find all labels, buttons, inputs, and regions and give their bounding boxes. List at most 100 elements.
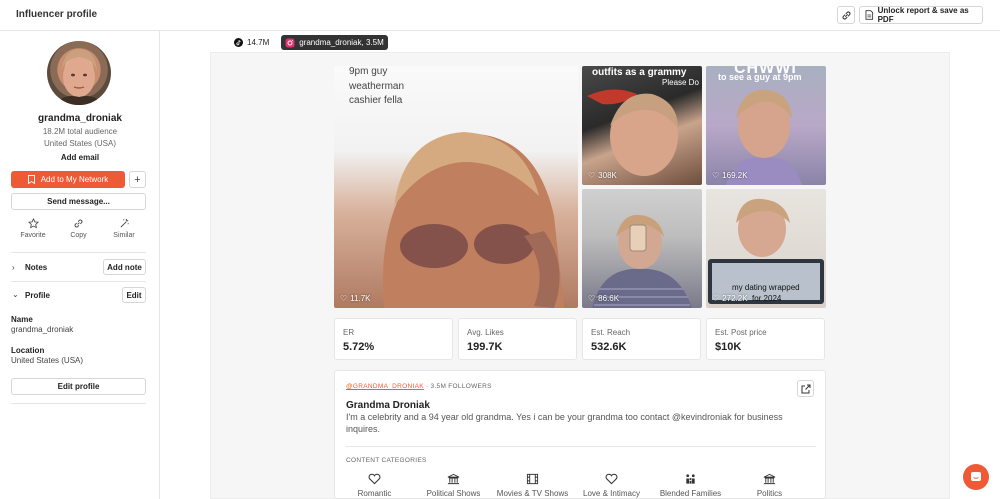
copy-label: Copy <box>70 232 87 239</box>
post-caption-line: 9pm guy <box>349 66 388 77</box>
category-romantic[interactable]: Romantic <box>335 473 414 498</box>
add-to-network-label: Add to My Network <box>40 175 109 184</box>
heart-icon <box>368 473 381 485</box>
category-label: Romantic <box>357 489 392 498</box>
heart-icon: ♡ <box>588 294 596 303</box>
likes-count: 272.2K <box>722 294 748 303</box>
heart-icon: ♡ <box>712 171 720 180</box>
edit-button[interactable]: Edit <box>122 287 146 303</box>
category-label: Movies & TV Shows <box>496 489 569 498</box>
chat-button[interactable] <box>963 464 989 490</box>
stat-label: Avg. Likes <box>467 328 504 337</box>
profile-section-label[interactable]: Profile <box>25 291 50 300</box>
divider <box>11 281 146 282</box>
post-likes: ♡ 86.6K <box>588 294 619 303</box>
favorite-button[interactable]: Favorite <box>16 218 50 239</box>
post-thumbnail[interactable]: ♡ 86.6K <box>582 189 702 308</box>
profile-sidebar: grandma_droniak 18.2M total audience Uni… <box>0 31 160 499</box>
post-likes: ♡ 308K <box>588 171 617 180</box>
add-button[interactable]: + <box>129 171 146 188</box>
account-handle-line: @GRANDMA_DRONIAK · 3.5M FOLLOWERS <box>346 383 492 390</box>
edit-profile-button[interactable]: Edit profile <box>11 378 146 395</box>
instagram-label: grandma_droniak, 3.5M <box>299 38 384 47</box>
category-love-intimacy[interactable]: Love & Intimacy <box>572 473 651 498</box>
stat-label: Est. Reach <box>591 328 631 337</box>
chevron-right-icon[interactable]: › <box>12 263 15 272</box>
post-thumbnail[interactable]: my dating wrapped for 2024 ♡ 272.2K <box>706 189 826 308</box>
account-bio: I'm a celebrity and a 94 year old grandm… <box>346 412 783 434</box>
star-icon <box>27 218 39 229</box>
tab-tiktok[interactable]: 14.7M <box>230 35 273 50</box>
name-label: Name <box>11 315 33 324</box>
post-caption-line: to see a guy at 9pm <box>718 72 802 82</box>
category-label: Politics <box>756 489 783 498</box>
link-icon <box>842 11 850 19</box>
send-message-button[interactable]: Send message... <box>11 193 146 210</box>
account-handle-link[interactable]: @GRANDMA_DRONIAK <box>346 383 424 390</box>
divider <box>346 446 816 447</box>
bank-icon <box>447 473 460 485</box>
category-political-shows[interactable]: Political Shows <box>414 473 493 498</box>
post-thumbnail[interactable]: outfits as a grammy Please Do ♡ 308K <box>582 66 702 185</box>
tab-instagram[interactable]: grandma_droniak, 3.5M <box>281 35 388 50</box>
post-image <box>592 214 692 308</box>
total-audience: 18.2M total audience <box>42 127 118 136</box>
stat-value: 532.6K <box>591 341 627 353</box>
category-movies-tv[interactable]: Movies & TV Shows <box>493 473 572 498</box>
avatar-image <box>55 49 103 105</box>
film-icon <box>526 473 539 485</box>
notes-label[interactable]: Notes <box>25 263 47 272</box>
profile-country: United States (USA) <box>43 139 117 148</box>
heart-icon: ♡ <box>588 171 596 180</box>
link-button[interactable] <box>837 6 855 24</box>
magic-wand-icon <box>120 218 129 228</box>
divider <box>11 403 146 404</box>
bookmark-icon <box>27 175 35 184</box>
profile-username: grandma_droniak <box>38 113 122 124</box>
post-caption-line: my dating wrapped <box>732 283 800 292</box>
heart-icon <box>605 473 618 485</box>
post-caption-line: Please Do <box>662 78 699 87</box>
favorite-label: Favorite <box>20 232 46 239</box>
instagram-icon <box>285 38 295 47</box>
post-caption-line: outfits as a grammy <box>592 67 687 78</box>
stat-value: $10K <box>715 341 742 353</box>
divider <box>11 252 146 253</box>
document-icon <box>865 10 874 20</box>
stat-value: 5.72% <box>343 341 375 353</box>
category-blended-families[interactable]: Blended Families <box>651 473 730 498</box>
add-to-network-button[interactable]: Add to My Network <box>11 171 125 188</box>
post-thumbnail[interactable]: 9pm guy weatherman cashier fella ♡ 11.7K <box>334 66 578 308</box>
account-card: @GRANDMA_DRONIAK · 3.5M FOLLOWERS Grandm… <box>334 370 826 499</box>
platform-tabs: 14.7M grandma_droniak, 3.5M <box>230 35 388 50</box>
category-politics[interactable]: Politics <box>730 473 809 498</box>
stat-value: 199.7K <box>467 341 503 353</box>
post-thumbnail[interactable]: CHWWI to see a guy at 9pm ♡ 169.2K <box>706 66 826 185</box>
post-likes: ♡ 169.2K <box>712 171 748 180</box>
external-link-icon <box>801 384 810 393</box>
post-caption-line: for 2024 <box>752 294 782 303</box>
location-label: Location <box>11 346 45 355</box>
add-email-link[interactable]: Add email <box>0 153 160 162</box>
plus-icon: + <box>134 173 141 186</box>
tiktok-icon <box>234 38 243 47</box>
heart-icon: ♡ <box>340 294 348 303</box>
content-categories: Romantic Political Shows Movies & TV Sho… <box>335 473 827 498</box>
open-external-button[interactable] <box>797 380 814 397</box>
category-label: Love & Intimacy <box>583 489 640 498</box>
add-note-button[interactable]: Add note <box>103 259 146 275</box>
name-value: grandma_droniak <box>11 325 74 334</box>
category-label: Political Shows <box>426 489 481 498</box>
post-likes: ♡ 272.2K <box>712 294 748 303</box>
post-caption-line: weatherman <box>349 81 405 92</box>
stat-label: ER <box>343 328 355 337</box>
family-icon <box>686 474 695 484</box>
followers-count: · 3.5M FOLLOWERS <box>423 383 492 390</box>
unlock-report-button[interactable]: Unlock report & save as PDF <box>859 6 983 24</box>
copy-button[interactable]: Copy <box>62 218 96 239</box>
content-categories-label: CONTENT CATEGORIES <box>346 457 427 464</box>
stat-card-er: ER 5.72% <box>334 318 453 360</box>
similar-button[interactable]: Similar <box>107 218 141 239</box>
chevron-down-icon[interactable]: ⌄ <box>12 290 19 299</box>
unlock-report-label: Unlock report & save as PDF <box>877 6 969 24</box>
